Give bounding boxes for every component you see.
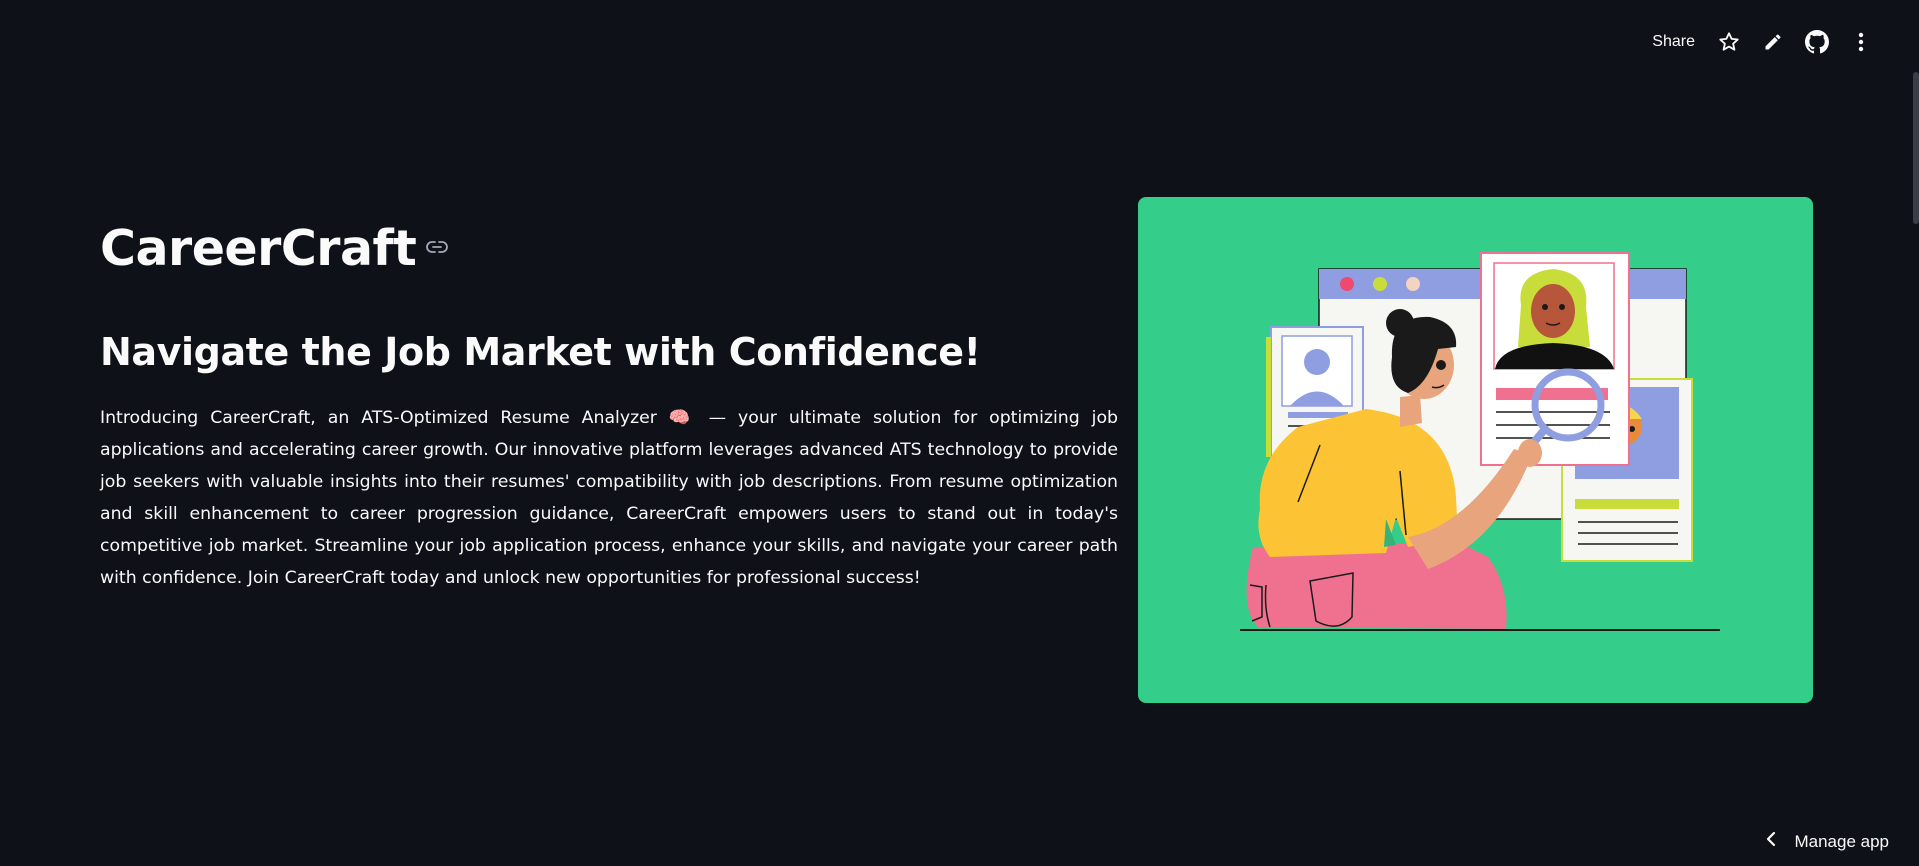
manage-app-label: Manage app: [1794, 831, 1889, 851]
hero-illustration: [1138, 197, 1813, 703]
intro-paragraph: Introducing CareerCraft, an ATS-Optimize…: [100, 408, 1118, 588]
link-icon[interactable]: [426, 239, 449, 258]
star-icon[interactable]: [1707, 24, 1751, 60]
manage-app-button[interactable]: Manage app: [1766, 831, 1889, 852]
scrollbar-thumb[interactable]: [1913, 72, 1919, 224]
share-button[interactable]: Share: [1640, 27, 1707, 57]
pencil-icon[interactable]: [1751, 24, 1795, 60]
kebab-menu-icon[interactable]: [1839, 24, 1883, 60]
page-subtitle: Navigate the Job Market with Confidence!: [100, 330, 981, 374]
chevron-left-icon: [1766, 831, 1776, 852]
title-row: CareerCraft: [100, 220, 449, 277]
github-icon[interactable]: [1795, 24, 1839, 60]
top-toolbar: Share: [1640, 24, 1883, 60]
page-title: CareerCraft: [100, 220, 417, 277]
